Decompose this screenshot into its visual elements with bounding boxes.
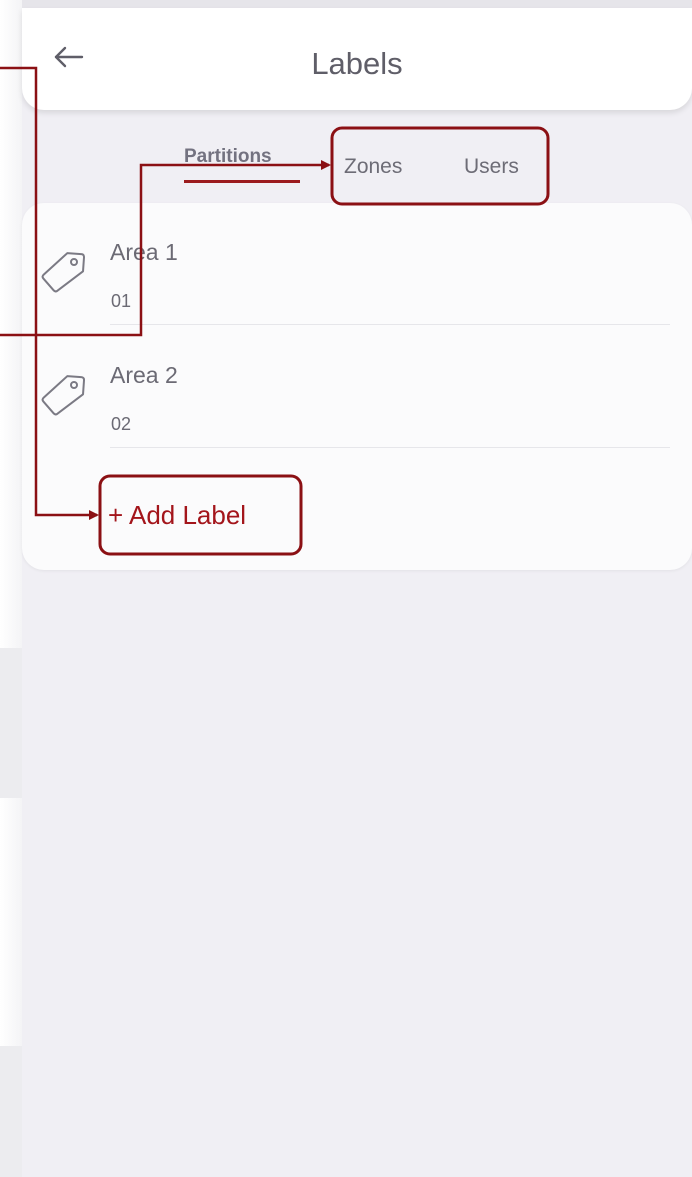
- label-code: 01: [111, 291, 132, 311]
- tag-icon: [41, 375, 86, 416]
- list-item[interactable]: Area 2 02: [22, 326, 692, 448]
- divider: [110, 324, 670, 325]
- tab-bar: Partitions Zones Users: [0, 140, 692, 200]
- active-tab-indicator: [184, 180, 300, 183]
- edge-band: [0, 1046, 22, 1177]
- edge-band: [0, 648, 22, 798]
- tag-icon: [41, 252, 86, 293]
- status-bar: [22, 0, 692, 8]
- tab-label: Partitions: [184, 146, 272, 167]
- label-name: Area 1: [110, 239, 178, 265]
- app-header: Labels: [22, 8, 692, 110]
- list-item[interactable]: Area 1 01: [22, 203, 692, 325]
- add-label-button[interactable]: + Add Label: [108, 500, 246, 531]
- tab-partitions[interactable]: Partitions: [184, 146, 300, 183]
- tab-zones[interactable]: Zones: [344, 155, 402, 179]
- label-name: Area 2: [110, 362, 178, 388]
- page-title: Labels: [311, 46, 403, 81]
- label-code: 02: [111, 414, 132, 434]
- labels-card: Area 1 01 Area 2 02 + Add Label: [22, 203, 692, 570]
- divider: [110, 447, 670, 448]
- tab-users[interactable]: Users: [464, 155, 519, 179]
